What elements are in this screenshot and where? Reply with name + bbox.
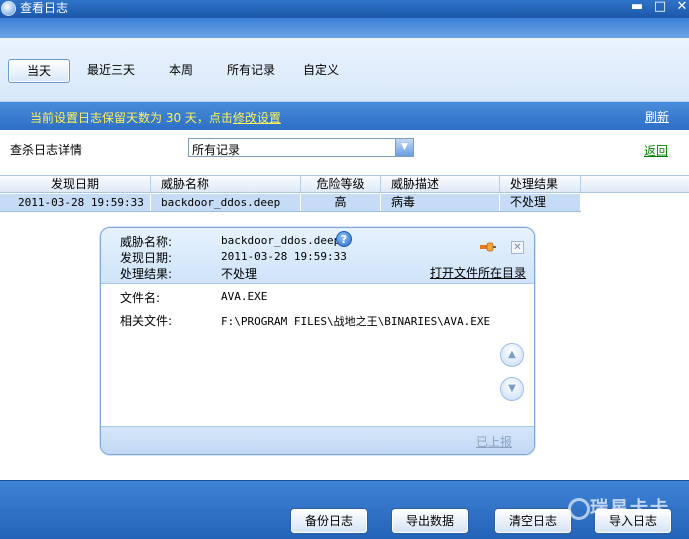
- retention-notice: 当前设置日志保留天数为 30 天，点击修改设置: [30, 109, 281, 126]
- maximize-icon[interactable]: □: [651, 0, 669, 16]
- reported-status-link[interactable]: 已上报: [476, 433, 512, 450]
- retention-notice-bar: 当前设置日志保留天数为 30 天，点击修改设置 刷新: [0, 102, 689, 130]
- watermark-text: 瑞星卡卡: [590, 498, 670, 519]
- header-risk-level[interactable]: 危险等级: [301, 176, 381, 193]
- modify-settings-link[interactable]: 修改设置: [233, 111, 281, 125]
- pin-icon[interactable]: [479, 242, 497, 252]
- tab-today[interactable]: 当天: [8, 59, 70, 83]
- cell-date: 2011-03-28 19:59:33: [0, 194, 151, 211]
- refresh-link[interactable]: 刷新: [645, 108, 669, 125]
- watermark-logo: 瑞星卡卡: [560, 490, 689, 535]
- tab-last-three-days[interactable]: 最近三天: [82, 59, 140, 83]
- date-filter-tabs: 当天 最近三天 本周 所有记录 自定义: [0, 38, 689, 102]
- cell-risk-level: 高: [301, 194, 381, 211]
- related-file-value: F:\PROGRAM FILES\战地之王\BINARIES\AVA.EXE: [221, 315, 491, 328]
- retention-notice-text: 当前设置日志保留天数为 30 天，点击: [30, 111, 233, 125]
- open-file-directory-link[interactable]: 打开文件所在目录: [430, 264, 526, 281]
- threat-detail-popup: 威胁名称: backdoor_ddos.deep ? 发现日期: 2011-03…: [100, 227, 535, 455]
- log-detail-label: 查杀日志详情: [10, 143, 83, 157]
- chevron-down-icon[interactable]: ▼: [395, 139, 413, 156]
- popup-close-icon[interactable]: ✕: [511, 241, 524, 254]
- tab-custom[interactable]: 自定义: [298, 59, 344, 83]
- title-bar: 查看日志 ▬ □ ✕: [0, 0, 689, 18]
- header-found-date[interactable]: 发现日期: [0, 176, 151, 193]
- cell-threat-name: backdoor_ddos.deep: [151, 194, 301, 211]
- app-shield-icon: [1, 1, 16, 16]
- header-result[interactable]: 处理结果: [500, 176, 581, 193]
- header-strip: [0, 18, 689, 38]
- minimize-icon[interactable]: ▬: [628, 0, 646, 16]
- table-row[interactable]: 2011-03-28 19:59:33 backdoor_ddos.deep 高…: [0, 194, 581, 212]
- found-date-label: 发现日期:: [120, 251, 173, 265]
- result-label: 处理结果:: [120, 267, 173, 281]
- popup-header: 威胁名称: backdoor_ddos.deep ? 发现日期: 2011-03…: [101, 228, 534, 284]
- export-data-button[interactable]: 导出数据: [391, 508, 469, 534]
- tab-all-records[interactable]: 所有记录: [222, 59, 280, 83]
- record-filter-value: 所有记录: [192, 143, 241, 157]
- cell-result: 不处理: [500, 194, 581, 211]
- window-title: 查看日志: [20, 1, 69, 15]
- result-value: 不处理: [221, 267, 258, 281]
- scroll-up-icon[interactable]: ▲: [500, 343, 524, 367]
- file-name-value: AVA.EXE: [221, 290, 268, 303]
- found-date-value: 2011-03-28 19:59:33: [221, 250, 347, 263]
- related-file-label: 相关文件:: [120, 314, 173, 328]
- threat-name-value: backdoor_ddos.deep: [221, 234, 341, 247]
- table-header: 发现日期 威胁名称 危险等级 威胁描述 处理结果: [0, 175, 689, 193]
- header-threat-name[interactable]: 威胁名称: [151, 176, 301, 193]
- file-name-label: 文件名:: [120, 291, 161, 305]
- back-link[interactable]: 返回: [644, 142, 668, 159]
- record-filter-select[interactable]: 所有记录 ▼: [188, 138, 414, 157]
- help-icon[interactable]: ?: [336, 231, 352, 247]
- tab-this-week[interactable]: 本周: [160, 59, 202, 83]
- close-icon[interactable]: ✕: [673, 0, 689, 16]
- backup-log-button[interactable]: 备份日志: [290, 508, 368, 534]
- threat-name-label: 威胁名称:: [120, 235, 173, 249]
- watermark-ring-icon: [568, 498, 590, 520]
- header-threat-desc[interactable]: 威胁描述: [381, 176, 500, 193]
- popup-footer: 已上报: [101, 426, 534, 454]
- scroll-down-icon[interactable]: ▼: [500, 377, 524, 401]
- cell-threat-desc: 病毒: [381, 194, 500, 211]
